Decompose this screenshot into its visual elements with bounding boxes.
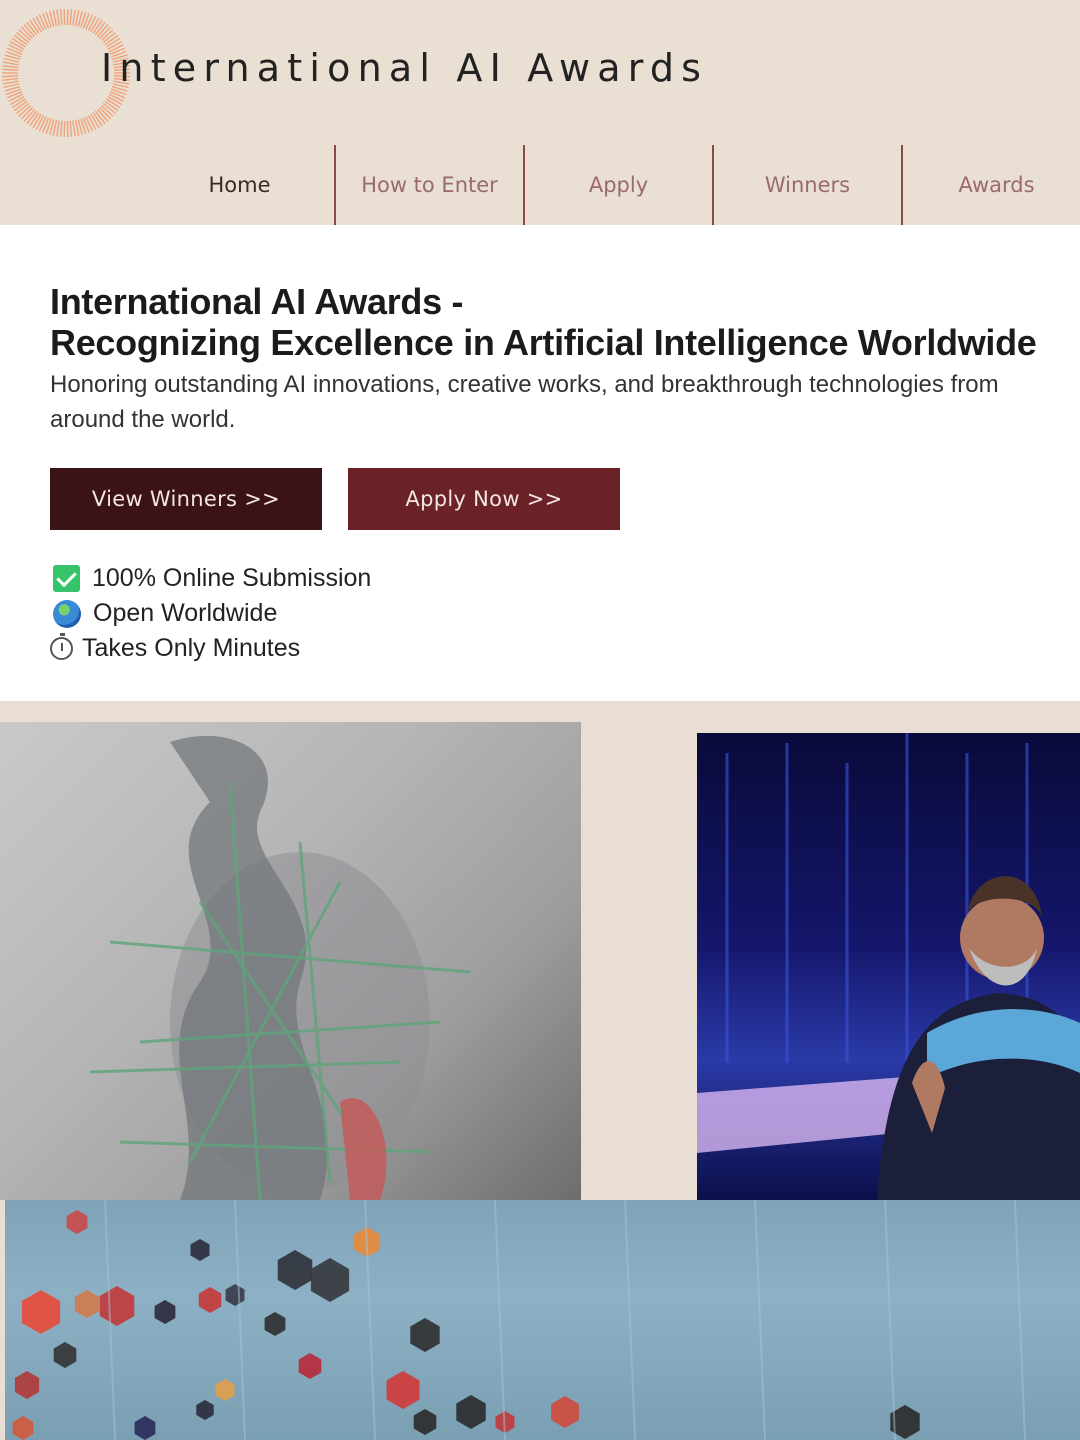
hexagon-shape bbox=[310, 1258, 350, 1302]
feature-text: Takes Only Minutes bbox=[82, 634, 301, 662]
nav-winners[interactable]: Winners bbox=[712, 145, 901, 225]
hexagon-shape bbox=[225, 1284, 245, 1306]
hexagon-shape bbox=[277, 1250, 313, 1290]
hexagon-shape bbox=[134, 1416, 156, 1440]
hexagon-shape bbox=[215, 1379, 235, 1401]
feature-list: 100% Online Submission Open Worldwide Ta… bbox=[50, 561, 371, 666]
globe-icon bbox=[53, 599, 81, 628]
hexagon-shape bbox=[14, 1371, 40, 1399]
check-box-icon bbox=[53, 565, 80, 592]
floating-hexagons-artwork[interactable] bbox=[5, 1200, 1080, 1440]
main-nav: Home How to Enter Apply Winners Awards bbox=[145, 145, 1080, 225]
hexagon-shape bbox=[198, 1287, 222, 1313]
hero-subtitle: Honoring outstanding AI innovations, cre… bbox=[50, 371, 999, 433]
hexagon-shape bbox=[386, 1371, 420, 1409]
hexagon-shape bbox=[12, 1416, 34, 1440]
hero-title: International AI Awards - Recognizing Ex… bbox=[50, 281, 1037, 363]
hexagon-shape bbox=[298, 1353, 322, 1379]
hexagon-shape bbox=[410, 1318, 440, 1352]
feature-item: Open Worldwide bbox=[50, 596, 371, 631]
hexagon-shape bbox=[413, 1409, 437, 1435]
feature-text: Open Worldwide bbox=[93, 599, 278, 627]
nav-home[interactable]: Home bbox=[145, 145, 334, 225]
hero-title-line1: International AI Awards - bbox=[50, 281, 464, 322]
hexagon-shape bbox=[66, 1210, 88, 1234]
hexagon-shape bbox=[551, 1396, 579, 1428]
hexagon-shape bbox=[21, 1290, 61, 1334]
apply-now-button[interactable]: Apply Now >> bbox=[348, 468, 620, 530]
nav-awards[interactable]: Awards bbox=[901, 145, 1080, 225]
nav-how-to-enter[interactable]: How to Enter bbox=[334, 145, 523, 225]
hexagon-shape bbox=[190, 1239, 210, 1261]
hexagon-shape bbox=[456, 1395, 486, 1429]
nav-apply[interactable]: Apply bbox=[523, 145, 712, 225]
speaker-on-stage-photo[interactable] bbox=[697, 733, 1080, 1200]
feature-item: 100% Online Submission bbox=[50, 561, 371, 596]
abstract-sculpture-artwork[interactable] bbox=[0, 722, 581, 1200]
hexagon-shape bbox=[99, 1286, 135, 1326]
hexagon-shape bbox=[264, 1312, 286, 1336]
site-title[interactable]: International AI Awards bbox=[101, 46, 708, 90]
stopwatch-icon bbox=[50, 633, 73, 660]
site-header: International AI Awards Home How to Ente… bbox=[0, 0, 1080, 225]
hexagon-shape bbox=[154, 1300, 176, 1324]
feature-text: 100% Online Submission bbox=[92, 564, 372, 592]
hero-section: International AI Awards - Recognizing Ex… bbox=[0, 225, 1080, 701]
hero-title-line2: Recognizing Excellence in Artificial Int… bbox=[50, 322, 1037, 363]
hexagon-shape bbox=[74, 1290, 100, 1318]
image-gallery bbox=[0, 701, 1080, 1440]
hexagon-shape bbox=[53, 1342, 77, 1368]
feature-item: Takes Only Minutes bbox=[50, 631, 371, 666]
view-winners-button[interactable]: View Winners >> bbox=[50, 468, 322, 530]
hexagon-shape bbox=[196, 1400, 214, 1420]
